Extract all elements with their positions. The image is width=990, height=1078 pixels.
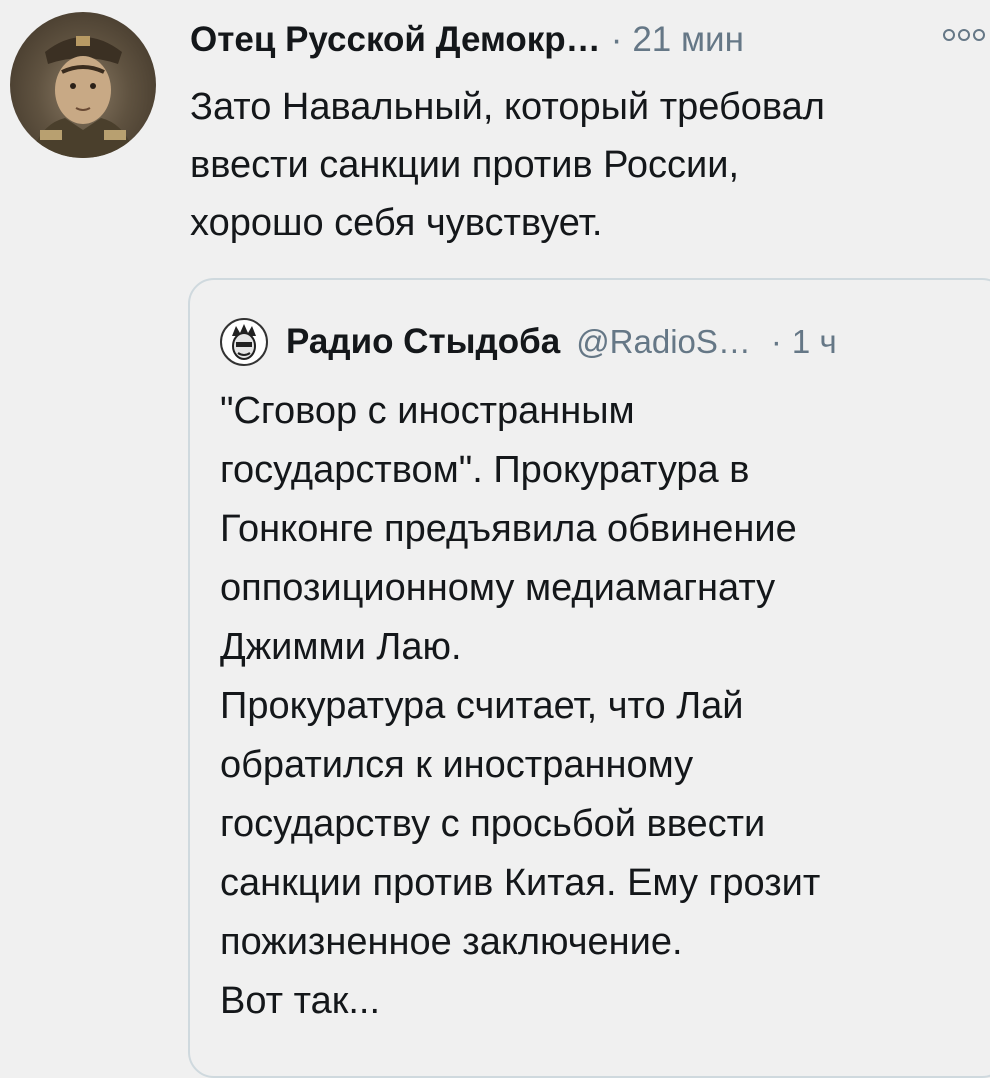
author-name[interactable]: Отец Русской Демокр… [190,20,601,60]
quoted-author-name[interactable]: Радио Стыдоба [286,322,560,362]
quoted-tweet-text: "Сговор с иностранным государством". Про… [220,390,821,1022]
tweet-timestamp[interactable]: 21 мин [632,20,744,60]
quoted-tweet-timestamp[interactable]: 1 ч [792,323,837,361]
quoted-tweet-card[interactable]: Радио Стыдоба @RadioS… · 1 ч "Сговор с и… [188,278,990,1078]
more-horizontal-icon[interactable] [942,22,986,48]
separator-dot: · [610,20,623,59]
quoted-tweet-header: Радио Стыдоба @RadioS… · 1 ч [220,314,837,370]
separator-dot: · [770,323,782,360]
tweet-text: Зато Навальный, который требовал ввести … [190,86,825,244]
author-avatar[interactable] [10,12,156,158]
quoted-author-handle[interactable]: @RadioS… [576,323,751,361]
tweet-header: Отец Русской Демокр… · 21 мин [190,12,990,68]
quoted-author-avatar[interactable] [220,318,268,366]
